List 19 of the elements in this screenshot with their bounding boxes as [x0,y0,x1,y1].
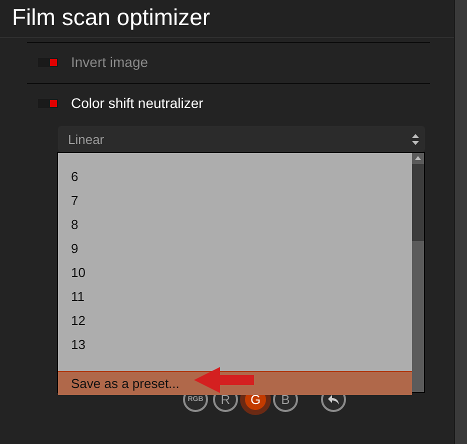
toggle-label: Color shift neutralizer [71,95,204,111]
menu-item[interactable]: 11 [58,285,412,309]
menu-item[interactable]: 13 [58,333,412,357]
menu-item[interactable]: 9 [58,237,412,261]
menu-item[interactable]: 12 [58,309,412,333]
undo-icon [326,394,340,406]
menu-item[interactable]: 10 [58,261,412,285]
mode-select[interactable]: Linear [58,126,425,152]
toggle-switch[interactable] [38,98,58,108]
updown-icon [412,134,419,144]
panel-title: Film scan optimizer [12,4,210,30]
menu-item[interactable]: 8 [58,213,412,237]
scrollbar[interactable] [454,0,467,444]
toggle-label: Invert image [71,54,148,70]
save-preset-item[interactable]: Save as a preset... [58,371,412,395]
menu-item[interactable]: 7 [58,189,412,213]
menu-item[interactable]: 6 [58,165,412,189]
arrow-annotation [194,367,256,393]
scrollbar[interactable] [412,153,424,392]
